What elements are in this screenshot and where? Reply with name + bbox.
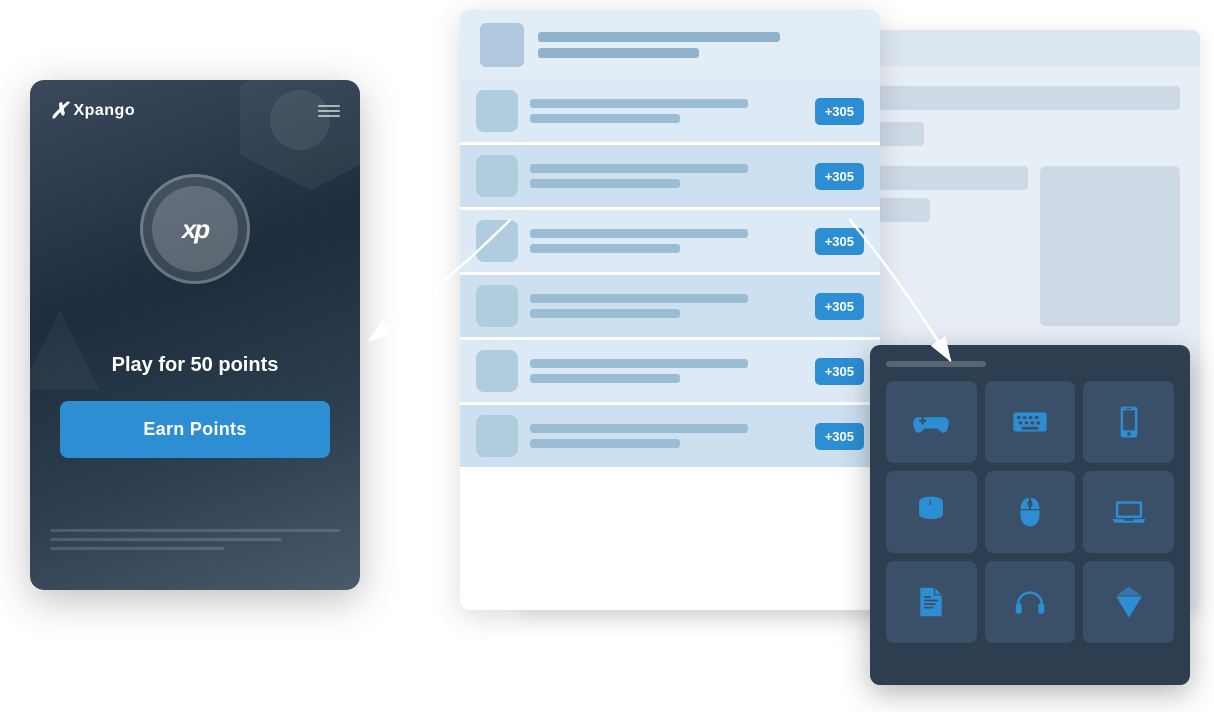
list-item[interactable]: +305 (460, 405, 880, 470)
list-item-thumb (476, 415, 518, 457)
coins-icon-cell[interactable]: 1 (886, 471, 977, 553)
list-item-lines (530, 359, 803, 383)
list-item-badge[interactable]: +305 (815, 423, 864, 450)
list-header-thumb (480, 23, 524, 67)
list-panel-header (460, 10, 880, 80)
diamond-icon (1110, 583, 1148, 621)
list-item-thumb (476, 350, 518, 392)
list-item[interactable]: +305 (460, 275, 880, 340)
list-header-lines (538, 32, 860, 58)
icon-grid: 1 (886, 381, 1174, 643)
xp-circle: xp (140, 174, 250, 284)
app-card-content: Play for 50 points Earn Points (30, 354, 360, 458)
list-item-lines (530, 424, 803, 448)
xpango-logo: ✗ Xpango (50, 98, 135, 124)
laptop-icon (1110, 493, 1148, 531)
gamepad-icon-cell[interactable] (886, 381, 977, 463)
list-item-lines (530, 294, 803, 318)
list-item-lines (530, 99, 803, 123)
document-icon-cell[interactable] (886, 561, 977, 643)
list-item[interactable]: +305 (460, 80, 880, 145)
mouse-icon (1011, 493, 1049, 531)
list-item-thumb (476, 90, 518, 132)
list-item-thumb (476, 220, 518, 262)
icon-grid-top-bar (886, 361, 986, 367)
play-for-points-text: Play for 50 points (60, 354, 330, 377)
mouse-icon-cell[interactable] (985, 471, 1076, 553)
app-card-topbar: ✗ Xpango (30, 80, 360, 124)
list-panel: +305 +305 +305 (460, 10, 880, 610)
list-item-badge[interactable]: +305 (815, 163, 864, 190)
earn-points-button[interactable]: Earn Points (60, 401, 330, 458)
list-item[interactable]: +305 (460, 145, 880, 210)
list-item-badge[interactable]: +305 (815, 293, 864, 320)
gamepad-icon (912, 403, 950, 441)
list-item-lines (530, 164, 803, 188)
laptop-icon-cell[interactable] (1083, 471, 1174, 553)
keyboard-icon (1011, 403, 1049, 441)
list-item[interactable]: +305 (460, 210, 880, 275)
keyboard-icon-cell[interactable] (985, 381, 1076, 463)
list-item-badge[interactable]: +305 (815, 358, 864, 385)
list-item-lines (530, 229, 803, 253)
hamburger-menu-icon[interactable] (318, 105, 340, 117)
list-items: +305 +305 +305 (460, 80, 880, 470)
diamond-icon-cell[interactable] (1083, 561, 1174, 643)
list-item-thumb (476, 285, 518, 327)
bg-col-right (1040, 166, 1180, 326)
scene: +305 +305 +305 (0, 0, 1214, 712)
headphones-icon (1011, 583, 1049, 621)
coins-icon: 1 (912, 493, 950, 531)
list-item-thumb (476, 155, 518, 197)
list-item[interactable]: +305 (460, 340, 880, 405)
app-card-background (30, 80, 360, 590)
icon-grid-panel: 1 (870, 345, 1190, 685)
headphones-icon-cell[interactable] (985, 561, 1076, 643)
document-icon (912, 583, 950, 621)
xp-logo-text: xp (182, 214, 208, 245)
app-card: ✗ Xpango xp Play for 50 points Earn Poin… (30, 80, 360, 590)
xp-circle-inner: xp (152, 186, 238, 272)
card-bottom-decoration (50, 529, 340, 550)
list-item-badge[interactable]: +305 (815, 98, 864, 125)
xpango-icon: ✗ (50, 98, 67, 124)
phone-icon (1110, 403, 1148, 441)
phone-icon-cell[interactable] (1083, 381, 1174, 463)
list-header-line-2 (538, 48, 699, 58)
xp-logo-wrap: xp (30, 174, 360, 284)
xpango-brand-name: Xpango (73, 102, 135, 120)
list-item-badge[interactable]: +305 (815, 228, 864, 255)
list-header-line-1 (538, 32, 780, 42)
